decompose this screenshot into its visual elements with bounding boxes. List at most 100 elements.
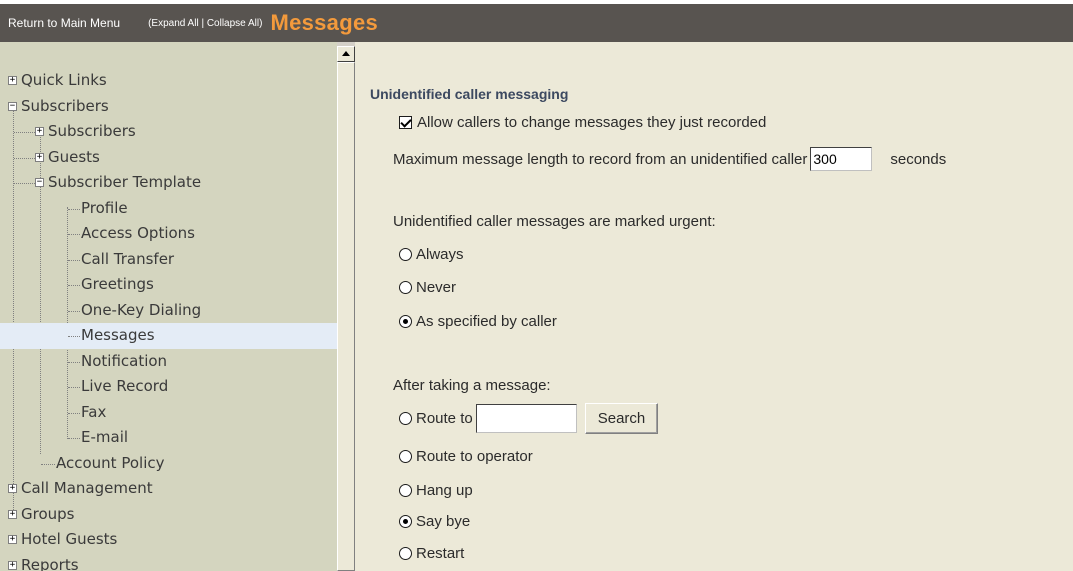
collapse-all-link[interactable]: Collapse All — [207, 18, 259, 29]
after-message-label: After taking a message: — [393, 377, 551, 394]
sidebar-item-subscribers-group[interactable]: − Subscribers — [0, 94, 337, 120]
tree-connector — [68, 259, 80, 261]
tree-connector — [68, 412, 80, 414]
tree-connector — [14, 183, 35, 184]
sidebar-item-e-mail[interactable]: E-mail — [0, 425, 337, 451]
allow-change-checkbox[interactable] — [399, 116, 412, 129]
sidebar-item-label: Call Transfer — [81, 249, 175, 268]
urgent-as-specified-radio[interactable] — [399, 315, 412, 328]
tree-connector — [68, 336, 80, 337]
max-length-row: Maximum message length to record from an… — [393, 147, 946, 171]
expand-toggle-icon[interactable]: + — [8, 484, 17, 493]
page-title: Messages — [270, 10, 379, 35]
hang-up-radio[interactable] — [399, 484, 412, 497]
sidebar-item-label: One-Key Dialing — [81, 300, 202, 319]
collapse-toggle-icon[interactable]: − — [8, 101, 17, 111]
sidebar-item-access-options[interactable]: Access Options — [0, 221, 337, 247]
route-to-radio[interactable] — [399, 412, 412, 425]
sidebar-item-label: Hotel Guests — [21, 530, 118, 548]
collapse-toggle-icon[interactable]: − — [35, 178, 44, 187]
tree-connector — [68, 285, 80, 286]
messages-settings-panel: Unidentified caller messaging Allow call… — [356, 42, 1073, 571]
sidebar-item-greetings[interactable]: Greetings — [0, 272, 337, 298]
sidebar-item-call-management[interactable]: + Call Management — [0, 476, 337, 502]
radio-label: Always — [416, 246, 464, 263]
after-option-route-operator: Route to operator — [399, 448, 533, 465]
sidebar-item-label: Account Policy — [56, 453, 165, 472]
tree-connector — [68, 361, 80, 363]
sidebar-item-messages[interactable]: Messages — [0, 323, 337, 349]
scrollbar-thumb[interactable] — [337, 62, 355, 571]
sidebar-item-quick-links[interactable]: + Quick Links — [0, 68, 337, 94]
route-to-operator-radio[interactable] — [399, 450, 412, 463]
header-bar: Return to Main Menu (Expand All | Collap… — [0, 4, 1073, 42]
expand-all-link[interactable]: Expand All — [151, 18, 198, 29]
sidebar-item-call-transfer[interactable]: Call Transfer — [0, 247, 337, 273]
sidebar-item-label: Subscribers — [21, 96, 109, 115]
expand-toggle-icon[interactable]: + — [35, 152, 44, 162]
tree-connector — [41, 463, 55, 465]
sidebar-item-label: Groups — [21, 504, 75, 523]
search-button[interactable]: Search — [584, 403, 659, 434]
radio-label: Never — [416, 279, 457, 296]
sidebar-item-label: Reports — [21, 555, 79, 571]
sidebar-item-groups[interactable]: + Groups — [0, 502, 337, 528]
sidebar-item-subscribers[interactable]: + Subscribers — [0, 119, 337, 145]
return-to-main-menu-link[interactable]: Return to Main Menu — [8, 16, 120, 30]
sidebar-item-subscriber-template[interactable]: − Subscriber Template — [0, 170, 337, 196]
navigation-tree-pane: + Quick Links − Subscribers + Subscriber… — [0, 42, 337, 571]
sidebar-item-one-key-dialing[interactable]: One-Key Dialing — [0, 298, 337, 324]
max-length-label: Maximum message length to record from an… — [393, 150, 808, 168]
urgent-option-never: Never — [399, 279, 456, 296]
expand-toggle-icon[interactable]: + — [8, 535, 17, 544]
after-option-restart: Restart — [399, 545, 464, 562]
expand-toggle-icon[interactable]: + — [35, 127, 44, 136]
restart-radio[interactable] — [399, 547, 412, 560]
after-option-route-to: Route to Search — [399, 403, 659, 434]
sidebar-item-label: Notification — [81, 351, 168, 370]
sidebar-item-notification[interactable]: Notification — [0, 349, 337, 375]
sidebar-item-label: Greetings — [81, 275, 154, 293]
max-length-input[interactable] — [810, 147, 873, 171]
urgent-option-always: Always — [399, 246, 464, 263]
tree-connector — [68, 310, 80, 312]
radio-label: Say bye — [416, 513, 471, 530]
sidebar-item-label: Messages — [81, 326, 155, 344]
sidebar-item-label: Live Record — [81, 377, 169, 395]
sidebar-item-profile[interactable]: Profile — [0, 196, 337, 222]
radio-label: Route to operator — [416, 448, 533, 465]
sidebar-item-guests[interactable]: + Guests — [0, 145, 337, 171]
expand-toggle-icon[interactable]: + — [8, 560, 17, 570]
radio-label: As specified by caller — [416, 313, 557, 330]
after-option-say-bye: Say bye — [399, 513, 470, 530]
tree-connector — [68, 234, 80, 235]
sidebar-item-account-policy[interactable]: Account Policy — [0, 451, 337, 477]
sidebar-item-live-record[interactable]: Live Record — [0, 374, 337, 400]
tree-connector — [14, 132, 35, 133]
radio-label: Hang up — [416, 482, 473, 499]
sidebar-item-label: Guests — [48, 147, 100, 166]
urgent-label: Unidentified caller messages are marked … — [393, 213, 716, 230]
sidebar-item-label: Call Management — [21, 479, 153, 497]
scroll-up-button[interactable] — [337, 46, 355, 62]
expand-toggle-icon[interactable]: + — [8, 509, 17, 519]
urgent-always-radio[interactable] — [399, 248, 412, 261]
radio-label: Route to — [416, 410, 473, 427]
sidebar-item-reports[interactable]: + Reports — [0, 553, 337, 571]
sidebar-item-label: Subscribers — [48, 122, 136, 140]
expand-toggle-icon[interactable]: + — [8, 76, 17, 85]
after-option-hang-up: Hang up — [399, 482, 473, 499]
arrow-up-icon — [342, 51, 350, 56]
sidebar-item-label: Access Options — [81, 224, 195, 242]
sidebar-item-hotel-guests[interactable]: + Hotel Guests — [0, 527, 337, 553]
urgent-never-radio[interactable] — [399, 281, 412, 294]
allow-change-label: Allow callers to change messages they ju… — [417, 114, 767, 131]
sidebar-item-fax[interactable]: Fax — [0, 400, 337, 426]
urgent-option-as-specified: As specified by caller — [399, 313, 557, 330]
expand-collapse-links: (Expand All | Collapse All) — [148, 18, 262, 29]
sidebar-item-label: Fax — [81, 402, 107, 421]
route-to-input[interactable] — [475, 404, 577, 433]
say-bye-radio[interactable] — [399, 515, 412, 528]
navigation-tree: + Quick Links − Subscribers + Subscriber… — [0, 68, 337, 571]
tree-connector — [68, 438, 80, 439]
